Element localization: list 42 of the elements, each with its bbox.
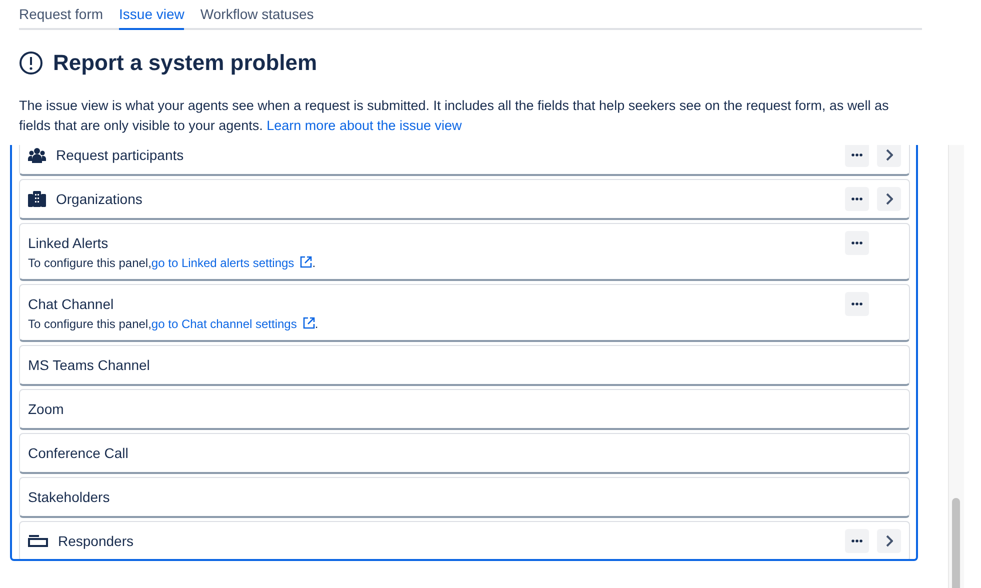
learn-more-link[interactable]: Learn more about the issue view (266, 118, 462, 133)
field-label: Linked Alerts (28, 235, 110, 251)
expand-button[interactable] (877, 187, 901, 211)
field-label: Zoom (28, 401, 65, 417)
tab[interactable]: Issue view (119, 0, 184, 30)
field-label: MS Teams Channel (28, 357, 151, 373)
expand-button[interactable] (877, 145, 901, 167)
field-label: Request participants (56, 147, 185, 163)
more-button[interactable] (845, 145, 869, 167)
description-text: The issue view is what your agents see when a request is submitted. It includes all the fields that help seekers see on the request form, as well as fields that are only visible to your agents. Learn more about the issue view (19, 97, 890, 135)
chevron-right-icon (885, 193, 893, 205)
field-label: Conference Call (28, 445, 130, 461)
field-label: Responders (58, 533, 134, 549)
more-icon (851, 197, 863, 201)
chevron-right-icon (885, 535, 893, 547)
external-link-icon (302, 317, 315, 329)
external-link-icon (300, 256, 312, 268)
more-icon (851, 153, 863, 157)
settings-link[interactable]: go to Chat channel settings (151, 317, 315, 331)
page-title: Report a system problem (53, 50, 318, 76)
more-icon (851, 539, 863, 543)
more-icon (851, 241, 863, 245)
field-label: Stakeholders (28, 489, 111, 505)
warning-icon (19, 51, 43, 75)
field-label: Chat Channel (28, 296, 115, 312)
configure-note: To configure this panel,go to Linked alerts settings . (28, 256, 317, 270)
more-button[interactable] (845, 529, 869, 553)
chevron-right-icon (885, 149, 893, 161)
tab[interactable]: Request form (19, 0, 104, 30)
scrollbar[interactable] (948, 145, 964, 588)
more-button[interactable] (845, 231, 869, 255)
more-button[interactable] (845, 292, 869, 316)
people-icon (28, 147, 46, 163)
configure-note: To configure this panel,go to Chat channel settings . (28, 317, 320, 331)
building-icon (28, 191, 46, 207)
more-icon (851, 302, 863, 306)
card-icon (28, 535, 48, 547)
more-button[interactable] (845, 187, 869, 211)
tab[interactable]: Workflow statuses (200, 0, 314, 30)
field-label: Organizations (56, 191, 144, 207)
expand-button[interactable] (877, 529, 901, 553)
settings-link[interactable]: go to Linked alerts settings (151, 256, 312, 270)
